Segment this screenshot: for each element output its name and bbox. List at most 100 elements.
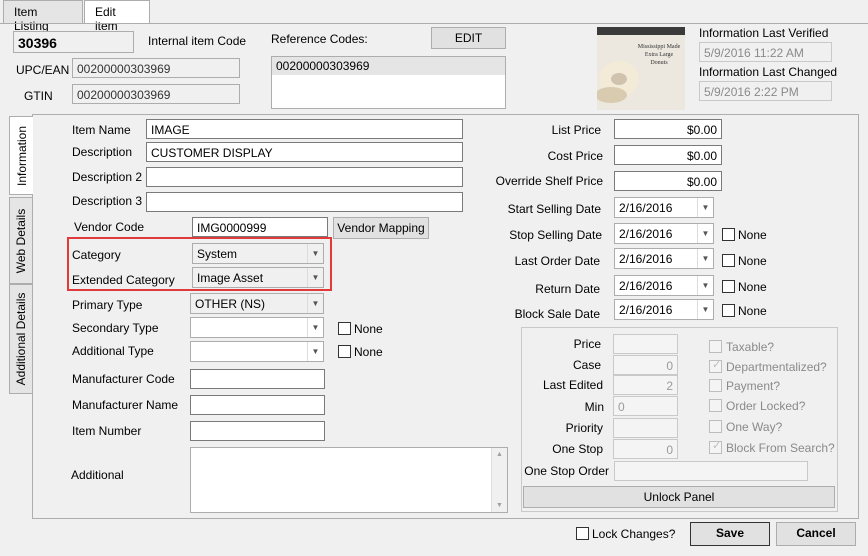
return-none-checkbox[interactable] [722, 280, 735, 293]
stop-selling-date-picker[interactable]: 2/16/2016 ▼ [614, 223, 714, 244]
save-button[interactable]: Save [690, 522, 770, 546]
return-date-picker[interactable]: 2/16/2016 ▼ [614, 275, 714, 296]
override-shelf-price-input[interactable]: $0.00 [614, 171, 722, 191]
taxable-checkbox[interactable] [709, 340, 722, 353]
last-order-none-label: None [738, 254, 767, 268]
chevron-down-icon: ▼ [307, 318, 323, 337]
cost-price-label: Cost Price [547, 149, 603, 163]
tab-label: Web Details [14, 208, 28, 273]
lock-changes-checkbox[interactable] [576, 527, 589, 540]
last-order-date-picker[interactable]: 2/16/2016 ▼ [614, 248, 714, 269]
case-input[interactable]: 0 [613, 355, 678, 375]
check-icon: ✓ [712, 440, 722, 452]
start-selling-date-picker[interactable]: 2/16/2016 ▼ [614, 197, 714, 218]
image-caption-line: Mississippi Made [637, 44, 681, 50]
chevron-down-icon: ▼ [307, 294, 323, 313]
additional-none-checkbox[interactable] [338, 345, 351, 358]
tab-web-details[interactable]: Web Details [9, 197, 33, 284]
item-code-field: 30396 [13, 31, 134, 53]
price-input[interactable] [613, 334, 678, 354]
last-order-date-label: Last Order Date [514, 254, 600, 268]
description-input[interactable]: CUSTOMER DISPLAY [146, 142, 463, 162]
category-value: System [197, 247, 238, 261]
check-icon: ✓ [712, 359, 722, 371]
one-stop-order-input[interactable] [614, 461, 808, 481]
block-sale-none-checkbox[interactable] [722, 304, 735, 317]
item-name-input[interactable]: IMAGE [146, 119, 463, 139]
one-stop-order-label: One Stop Order [524, 464, 609, 478]
secondary-none-checkbox[interactable] [338, 322, 351, 335]
one-way-checkbox[interactable] [709, 420, 722, 433]
category-select[interactable]: System ▼ [192, 243, 324, 264]
additional-type-select[interactable]: ▼ [190, 341, 324, 362]
chevron-down-icon: ▼ [697, 276, 713, 295]
manufacturer-name-input[interactable] [190, 395, 325, 415]
chevron-down-icon: ▼ [697, 198, 713, 217]
scroll-down-icon[interactable]: ▼ [492, 502, 507, 509]
block-from-search-checkbox[interactable]: ✓ [709, 440, 722, 454]
price-label: Price [573, 337, 601, 351]
extended-category-select[interactable]: Image Asset ▼ [192, 267, 324, 288]
gtin-label: GTIN [24, 89, 53, 103]
last-verified-label: Information Last Verified [699, 26, 829, 40]
tab-additional-details[interactable]: Additional Details [9, 284, 33, 394]
departmentalized-checkbox[interactable]: ✓ [709, 359, 722, 373]
manufacturer-name-label: Manufacturer Name [72, 398, 179, 412]
tab-item-listing[interactable]: Item Listing [3, 0, 83, 33]
payment-checkbox[interactable] [709, 379, 722, 392]
extended-category-value: Image Asset [197, 271, 264, 285]
chevron-down-icon: ▼ [307, 244, 323, 263]
tab-label: Edit item [95, 5, 118, 33]
description3-label: Description 3 [72, 194, 143, 208]
last-order-none-checkbox[interactable] [722, 254, 735, 267]
stop-selling-none-checkbox[interactable] [722, 228, 735, 241]
edit-reference-button[interactable]: EDIT [431, 27, 506, 49]
reference-codes-list[interactable]: 00200000303969 [271, 56, 506, 109]
tab-information[interactable]: Information [9, 116, 33, 195]
case-label: Case [572, 358, 601, 372]
additional-textarea[interactable]: ▲ ▼ [190, 447, 508, 513]
upc-field: 00200000303969 [72, 58, 240, 78]
tab-label: Additional Details [14, 292, 28, 386]
min-input[interactable]: 0 [613, 396, 678, 416]
cancel-button[interactable]: Cancel [776, 522, 856, 546]
last-edited-input[interactable]: 2 [613, 375, 678, 395]
gtin-field: 00200000303969 [72, 84, 240, 104]
priority-input[interactable] [613, 418, 678, 438]
chevron-down-icon: ▼ [307, 268, 323, 287]
stop-selling-date-label: Stop Selling Date [509, 228, 602, 242]
description3-input[interactable] [146, 192, 463, 212]
block-from-search-label: Block From Search? [726, 441, 835, 455]
primary-type-select[interactable]: OTHER (NS) ▼ [190, 293, 324, 314]
one-way-label: One Way? [726, 420, 783, 434]
one-stop-input[interactable]: 0 [613, 439, 678, 459]
cost-price-input[interactable]: $0.00 [614, 145, 722, 165]
vendor-code-input[interactable]: IMG0000999 [192, 217, 328, 237]
description-label: Description [72, 145, 133, 159]
order-locked-label: Order Locked? [726, 399, 806, 413]
description2-input[interactable] [146, 167, 463, 187]
stop-selling-none-label: None [738, 228, 767, 242]
return-date-label: Return Date [535, 282, 600, 296]
tab-edit-item[interactable]: Edit item [84, 0, 150, 33]
list-item[interactable]: 00200000303969 [272, 57, 505, 75]
manufacturer-code-input[interactable] [190, 369, 325, 389]
vendor-mapping-button[interactable]: Vendor Mapping [333, 217, 429, 239]
additional-none-label: None [354, 345, 383, 359]
secondary-type-select[interactable]: ▼ [190, 317, 324, 338]
unlock-panel-button[interactable]: Unlock Panel [523, 486, 835, 508]
taxable-label: Taxable? [726, 340, 775, 354]
item-number-input[interactable] [190, 421, 325, 441]
priority-label: Priority [565, 421, 603, 435]
image-caption-line: Donuts [650, 60, 668, 66]
block-sale-date-picker[interactable]: 2/16/2016 ▼ [614, 299, 714, 320]
scrollbar[interactable]: ▲ ▼ [491, 448, 507, 512]
scroll-up-icon[interactable]: ▲ [492, 448, 507, 458]
additional-label: Additional [71, 468, 124, 482]
stop-selling-date-value: 2/16/2016 [619, 227, 673, 241]
order-locked-checkbox[interactable] [709, 399, 722, 412]
list-price-input[interactable]: $0.00 [614, 119, 722, 139]
last-order-date-value: 2/16/2016 [619, 252, 673, 266]
tab-label: Item Listing [14, 5, 49, 33]
manufacturer-code-label: Manufacturer Code [72, 372, 175, 386]
